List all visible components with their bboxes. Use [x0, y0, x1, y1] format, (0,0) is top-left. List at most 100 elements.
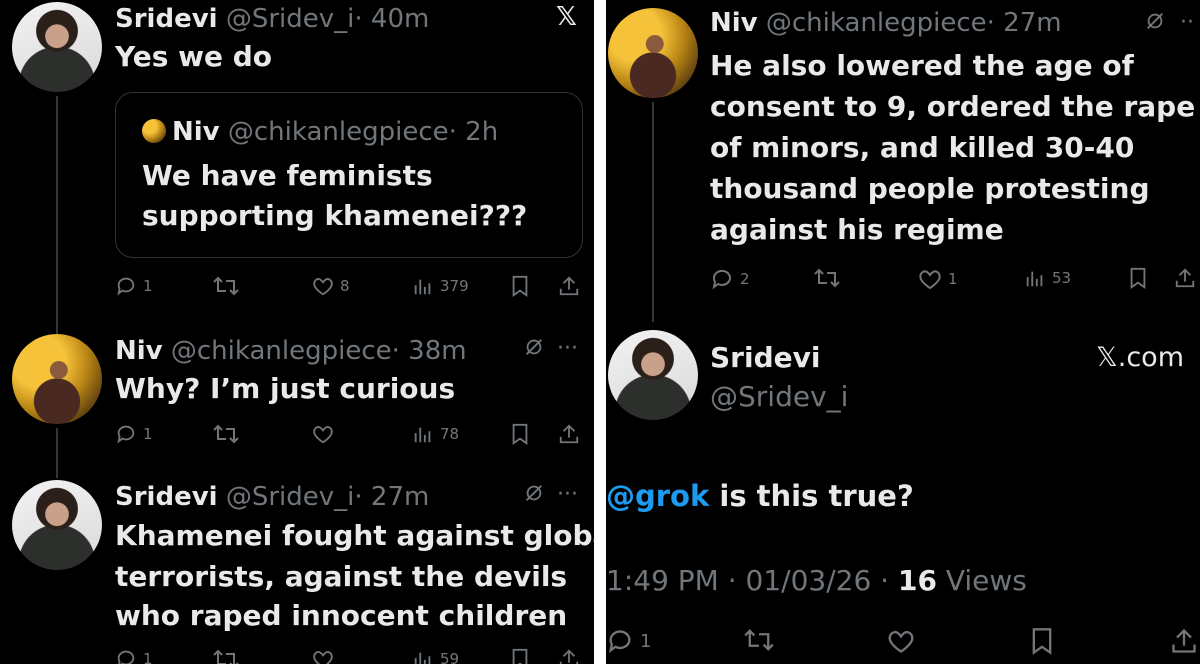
share-icon [1172, 628, 1196, 653]
views-icon [1026, 271, 1043, 287]
thread-line-1 [56, 96, 58, 336]
tweet4-time[interactable]: · 27m [987, 8, 1062, 38]
tweet-timestamp: 1:49 PM · 01/03/26 · 16 Views [606, 564, 1027, 597]
like-button[interactable] [312, 423, 334, 445]
tweet1-handle[interactable]: @Sridev_i [226, 4, 355, 34]
like-count: 8 [340, 277, 350, 295]
avatar-sridevi-main[interactable] [608, 330, 698, 420]
reply-count: 2 [740, 270, 750, 288]
tweet4-line-5: against his regime [710, 213, 1004, 246]
retweet-button[interactable] [744, 627, 774, 653]
retweet-button[interactable] [213, 648, 239, 664]
views-label: Views [936, 564, 1027, 597]
tweet4-line-1: He also lowered the age of [710, 49, 1134, 82]
like-button[interactable]: 1 [918, 267, 958, 291]
tweet3-name[interactable]: Sridevi [115, 482, 218, 512]
tweet2-handle[interactable]: @chikanlegpiece [171, 336, 392, 366]
quote-line-1: We have feminists [142, 159, 433, 192]
views-count: 78 [440, 425, 460, 443]
views-button[interactable]: 379 [412, 275, 469, 297]
like-icon [313, 651, 333, 664]
more-icon[interactable]: ··· [557, 482, 578, 507]
thread-line-2 [56, 428, 58, 478]
share-button[interactable] [1170, 627, 1198, 655]
bookmark-button[interactable] [1030, 627, 1054, 655]
reply-button[interactable]: 2 [710, 267, 750, 291]
views-button[interactable]: 59 [412, 648, 459, 664]
share-button[interactable] [558, 648, 580, 664]
avatar-sridevi-1[interactable] [12, 2, 102, 92]
share-button[interactable] [558, 423, 580, 445]
share-icon [559, 649, 579, 664]
quote-handle: @chikanlegpiece [227, 117, 449, 147]
tweet3-handle[interactable]: @Sridev_i [226, 482, 355, 512]
more-icon[interactable]: ·· [1180, 10, 1194, 35]
like-button[interactable] [887, 627, 915, 655]
bookmark-icon [1032, 628, 1052, 655]
more-icon[interactable]: ··· [557, 336, 578, 361]
retweet-button[interactable] [814, 267, 840, 289]
avatar-niv-1[interactable] [12, 334, 102, 424]
reply-icon [712, 269, 731, 290]
retweet-icon [213, 649, 239, 664]
main-text-body: is this true? [709, 479, 914, 513]
reply-button[interactable]: 1 [115, 275, 153, 297]
quote-line-2: supporting khamenei??? [142, 199, 528, 232]
tweet3-header: Sridevi @Sridev_i· 27m [115, 484, 429, 510]
reply-count: 1 [143, 425, 153, 443]
main-name[interactable]: Sridevi [710, 344, 820, 372]
bookmark-button[interactable] [1128, 267, 1148, 289]
reply-count: 1 [143, 277, 153, 295]
views-number: 16 [897, 564, 937, 597]
views-count: 59 [440, 650, 460, 664]
quote-tweet[interactable]: Niv @chikanlegpiece· 2h We have feminist… [115, 92, 583, 258]
tweet3-line-1: Khamenei fought against global [115, 519, 594, 552]
tweet3-line-3: who raped innocent children [115, 599, 568, 632]
reply-button[interactable]: 1 [115, 648, 153, 664]
quote-time: · 2h [448, 117, 499, 147]
views-button[interactable]: 53 [1024, 267, 1071, 289]
tweet4-name[interactable]: Niv [710, 8, 758, 38]
share-button[interactable] [558, 275, 580, 297]
tweet3-line-2: terrorists, against the devils [115, 560, 568, 593]
grok-icon[interactable] [523, 336, 545, 362]
retweet-icon [213, 424, 239, 444]
bookmark-button[interactable] [510, 423, 530, 445]
views-button[interactable]: 78 [412, 423, 459, 445]
main-handle[interactable]: @Sridev_i [710, 383, 848, 411]
avatar-niv-2[interactable] [608, 8, 698, 98]
tweet4-header: Niv @chikanlegpiece· 27m [710, 10, 1062, 36]
share-icon [559, 424, 579, 444]
tweet1-name[interactable]: Sridevi [115, 4, 218, 34]
grok-icon[interactable] [1144, 10, 1166, 36]
tweet3-time[interactable]: · 27m [354, 482, 429, 512]
like-button[interactable] [312, 648, 334, 664]
tweet1-time[interactable]: · 40m [354, 4, 429, 34]
retweet-button[interactable] [213, 275, 239, 297]
share-icon [1175, 268, 1195, 288]
like-button[interactable]: 8 [312, 275, 350, 297]
retweet-button[interactable] [213, 423, 239, 445]
left-panel: Sridevi @Sridev_i· 40m 𝕏 Yes we do Niv @… [0, 0, 594, 664]
views-count: 53 [1052, 269, 1072, 287]
grok-icon[interactable] [523, 482, 545, 508]
reply-icon [117, 425, 135, 444]
reply-button[interactable]: 1 [606, 627, 651, 655]
avatar-sridevi-2[interactable] [12, 480, 102, 570]
share-button[interactable] [1174, 267, 1196, 289]
tweet4-line-2: consent to 9, ordered the rape [710, 90, 1196, 123]
bookmark-button[interactable] [510, 275, 530, 297]
brand-xcom[interactable]: 𝕏.com [1096, 344, 1184, 371]
views-count: 379 [440, 277, 469, 295]
retweet-icon [814, 268, 840, 288]
tweet2-name[interactable]: Niv [115, 336, 163, 366]
tweet4-handle[interactable]: @chikanlegpiece [766, 8, 987, 38]
tweet2-time[interactable]: · 38m [392, 336, 467, 366]
x-logo-icon: 𝕏 [556, 2, 577, 32]
like-count: 1 [948, 270, 958, 288]
reply-button[interactable]: 1 [115, 423, 153, 445]
grok-mention-link[interactable]: @grok [606, 479, 709, 513]
bookmark-button[interactable] [510, 648, 530, 664]
views-icon [414, 279, 431, 295]
retweet-icon [744, 629, 774, 651]
